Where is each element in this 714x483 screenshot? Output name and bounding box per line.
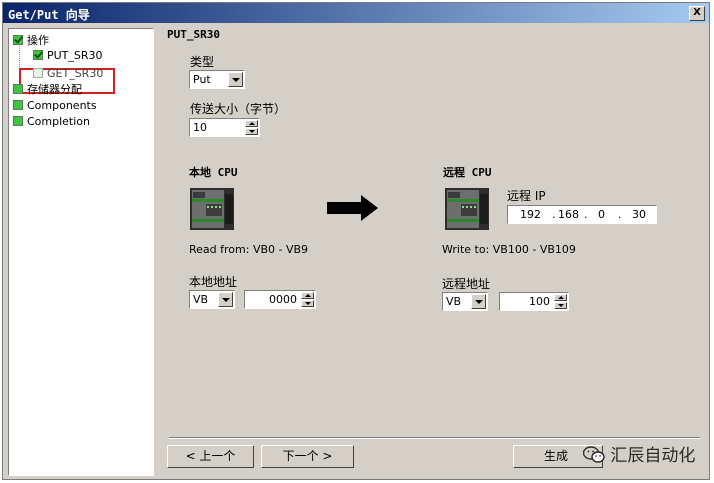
remote-address-value: 100 bbox=[529, 295, 550, 308]
chevron-down-icon[interactable] bbox=[471, 294, 486, 309]
ip-octet-1: 192 bbox=[520, 208, 541, 221]
spin-up-icon[interactable] bbox=[301, 292, 314, 299]
spin-down-icon[interactable] bbox=[554, 302, 567, 309]
ip-octet-4: 30 bbox=[632, 208, 646, 221]
local-area-select[interactable]: VB bbox=[189, 290, 235, 309]
tree-item-label: 存储器分配 bbox=[27, 83, 82, 96]
local-read-from: Read from: VB0 - VB9 bbox=[189, 243, 309, 256]
local-address-value: 0000 bbox=[269, 293, 297, 306]
transfer-size-value: 10 bbox=[193, 121, 207, 134]
checkbox-icon bbox=[13, 116, 23, 126]
dialog-window: Get/Put 向导 X 操作 PUT_SR30 GET_SR30 存储器分配 … bbox=[2, 2, 710, 480]
watermark: 汇辰自动化 bbox=[582, 441, 696, 466]
transfer-size-stepper[interactable]: 10 bbox=[189, 118, 260, 137]
local-area-value: VB bbox=[193, 293, 209, 306]
remote-address-stepper[interactable]: 100 bbox=[499, 292, 569, 311]
tree-item-label: Completion bbox=[27, 115, 91, 128]
ip-octet-2: 168 bbox=[558, 208, 579, 221]
watermark-text: 汇辰自动化 bbox=[610, 446, 696, 466]
remote-ip-label: 远程 IP bbox=[507, 189, 546, 203]
title-bar: Get/Put 向导 X bbox=[3, 3, 709, 23]
local-cpu-header: 本地 CPU bbox=[189, 166, 238, 179]
tree-item-label: PUT_SR30 bbox=[47, 49, 103, 62]
ip-dot: . bbox=[584, 208, 588, 221]
remote-area-value: VB bbox=[446, 295, 462, 308]
chevron-down-icon[interactable] bbox=[228, 72, 243, 87]
remote-cpu-header: 远程 CPU bbox=[443, 166, 492, 179]
window-title: Get/Put 向导 bbox=[8, 8, 90, 22]
checkbox-checked-icon bbox=[33, 50, 43, 60]
type-label: 类型 bbox=[190, 55, 215, 69]
tree-item-label: Components bbox=[27, 99, 97, 112]
close-button[interactable]: X bbox=[689, 6, 705, 21]
tree-item-label: GET_SR30 bbox=[47, 67, 104, 80]
wechat-icon bbox=[582, 446, 605, 463]
remote-write-to: Write to: VB100 - VB109 bbox=[442, 243, 576, 256]
remote-address-label: 远程地址 bbox=[442, 277, 491, 291]
type-select-value: Put bbox=[193, 73, 211, 86]
arrow-right-icon bbox=[327, 195, 378, 221]
chevron-down-icon[interactable] bbox=[218, 292, 233, 307]
spin-buttons[interactable] bbox=[301, 292, 314, 307]
checkbox-checked-icon bbox=[13, 35, 23, 45]
spin-buttons[interactable] bbox=[554, 294, 567, 309]
spin-down-icon[interactable] bbox=[301, 300, 314, 307]
spin-up-icon[interactable] bbox=[554, 294, 567, 301]
remote-area-select[interactable]: VB bbox=[442, 292, 488, 311]
prev-button[interactable]: < 上一个 bbox=[167, 445, 254, 468]
spin-up-icon[interactable] bbox=[245, 120, 258, 127]
transfer-size-label: 传送大小（字节） bbox=[190, 102, 287, 116]
remote-ip-field[interactable]: 192 . 168 . 0 . 30 bbox=[507, 205, 657, 224]
ip-octet-3: 0 bbox=[598, 208, 605, 221]
local-address-stepper[interactable]: 0000 bbox=[244, 290, 316, 309]
step-tree: 操作 PUT_SR30 GET_SR30 存储器分配 Components Co… bbox=[8, 28, 154, 476]
type-select[interactable]: Put bbox=[189, 70, 245, 89]
tree-item-label: 操作 bbox=[27, 34, 49, 47]
plc-cpu-icon bbox=[445, 188, 489, 230]
page-title: PUT_SR30 bbox=[167, 28, 220, 41]
plc-cpu-icon bbox=[190, 188, 234, 230]
checkbox-empty-icon bbox=[33, 68, 43, 78]
spin-buttons[interactable] bbox=[245, 120, 258, 135]
spin-down-icon[interactable] bbox=[245, 128, 258, 135]
ip-dot: . bbox=[552, 208, 556, 221]
checkbox-icon bbox=[13, 84, 23, 94]
ip-dot: . bbox=[618, 208, 622, 221]
next-button[interactable]: 下一个 > bbox=[261, 445, 354, 468]
footer-separator bbox=[169, 437, 700, 439]
local-address-label: 本地地址 bbox=[189, 275, 238, 289]
checkbox-icon bbox=[13, 100, 23, 110]
